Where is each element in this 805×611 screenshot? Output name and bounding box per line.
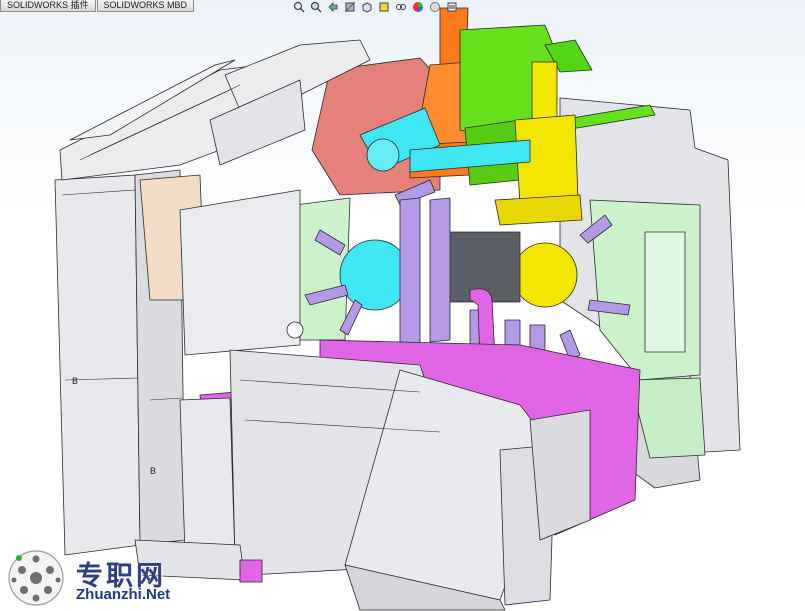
bottom-foot <box>239 559 263 583</box>
scene-icon[interactable] <box>428 1 442 13</box>
graphics-area[interactable]: SOLIDWORKS 插件 SOLIDWORKS MBD B B 专职网 Zhu… <box>0 0 805 611</box>
part-label-lower: B <box>150 466 156 476</box>
section-view-icon[interactable] <box>343 1 357 13</box>
cyan-drum <box>339 239 411 311</box>
yellow-bracket <box>494 194 583 226</box>
tab-solidworks-mbd[interactable]: SOLIDWORKS MBD <box>96 0 195 12</box>
front-panel-left <box>179 397 236 561</box>
watermark-globe-icon <box>8 550 64 606</box>
tab-solidworks-addins[interactable]: SOLIDWORKS 插件 <box>0 0 96 12</box>
view-settings-icon[interactable] <box>445 1 459 13</box>
watermark: 专职网 Zhuanzhi.Net <box>6 548 186 608</box>
zoom-to-fit-icon[interactable] <box>292 1 306 13</box>
heads-up-view-toolbar <box>292 0 459 14</box>
zoom-area-icon[interactable] <box>309 1 323 13</box>
hide-show-icon[interactable] <box>394 1 408 13</box>
center-bolt-hole <box>286 321 304 339</box>
watermark-en-text: Zhuanzhi.Net <box>76 586 171 603</box>
mint-window-right <box>644 231 686 353</box>
left-column-front <box>54 174 141 556</box>
part-label-left: B <box>72 376 78 386</box>
yellow-drum <box>512 242 578 308</box>
assembly-model[interactable]: B B <box>0 0 805 611</box>
previous-view-icon[interactable] <box>326 1 340 13</box>
edit-appearance-icon[interactable] <box>411 1 425 13</box>
cyan-roller-end <box>366 138 400 172</box>
view-orientation-icon[interactable] <box>360 1 374 13</box>
center-light-panel <box>179 189 301 356</box>
gray-side-box <box>529 409 591 541</box>
display-style-icon[interactable] <box>377 1 391 13</box>
command-manager-tabs: SOLIDWORKS 插件 SOLIDWORKS MBD <box>0 0 195 12</box>
